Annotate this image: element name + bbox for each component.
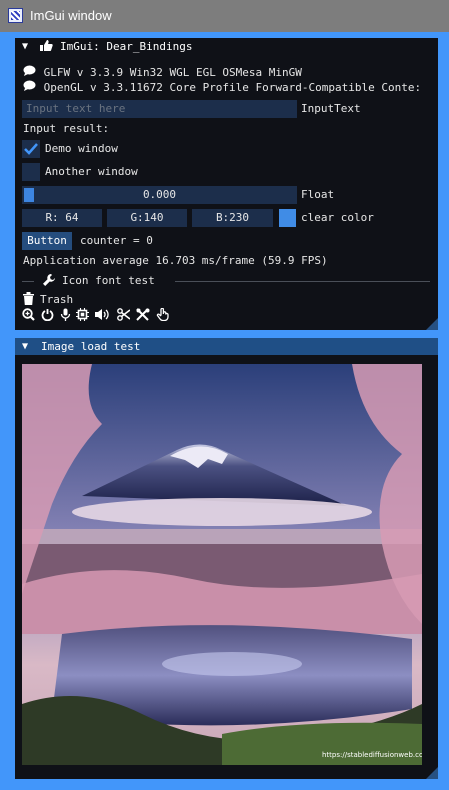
glfw-version-text: GLFW v 3.3.9 Win32 WGL EGL OSMesa MinGW <box>43 66 302 79</box>
collapse-arrow-icon[interactable]: ▼ <box>22 41 28 52</box>
panel-title: ImGui: Dear_Bindings <box>60 40 193 53</box>
search-plus-icon <box>22 308 35 321</box>
opengl-info-row: OpenGL v 3.3.11672 Core Profile Forward-… <box>23 79 421 97</box>
color-r-field[interactable]: R: 64 <box>22 209 102 227</box>
clear-color-label: clear color <box>301 211 374 224</box>
color-b-text: B:230 <box>215 211 250 224</box>
tools-icon <box>136 308 150 321</box>
text-input[interactable]: Input text here <box>22 100 297 118</box>
separator-right <box>175 281 430 282</box>
resize-grip[interactable] <box>426 318 438 330</box>
counter-text: counter = 0 <box>80 234 153 247</box>
panel-header[interactable]: ▼ Image load test <box>15 338 438 355</box>
color-b-field[interactable]: B:230 <box>192 209 273 227</box>
color-g-field[interactable]: G:140 <box>107 209 187 227</box>
demo-window-checkbox[interactable] <box>22 140 40 158</box>
window-titlebar[interactable]: ImGui window <box>0 0 449 32</box>
power-icon <box>41 308 54 321</box>
panel-image-load-test: ▼ Image load test https://stablediffusio… <box>15 338 438 779</box>
collapse-arrow-icon[interactable]: ▼ <box>22 341 28 352</box>
separator-left <box>22 281 34 282</box>
microchip-icon <box>76 308 89 321</box>
resize-grip[interactable] <box>426 767 438 779</box>
input-result-label: Input result: <box>23 122 110 135</box>
comment-icon <box>23 79 37 97</box>
app-icon <box>8 8 23 23</box>
float-slider[interactable]: 0.000 <box>22 186 297 204</box>
demo-window-label: Demo window <box>45 142 118 155</box>
fps-text: Application average 16.703 ms/frame (59.… <box>23 254 328 267</box>
counter-button[interactable]: Button <box>22 232 72 250</box>
landscape-image: https://stablediffusionweb.com <box>22 364 422 765</box>
trash-label: Trash <box>40 293 74 306</box>
checkmark-icon <box>24 143 38 155</box>
microphone-icon <box>60 308 71 321</box>
trash-icon <box>23 292 34 308</box>
thumbs-up-icon <box>39 39 53 55</box>
slider-value: 0.000 <box>142 188 177 201</box>
panel-title: Image load test <box>41 340 141 353</box>
window-title: ImGui window <box>30 8 112 23</box>
panel-dear-bindings: ▼ ImGui: Dear_Bindings GLFW v 3.3.9 Win3… <box>15 38 438 330</box>
another-window-checkbox[interactable] <box>22 163 40 181</box>
scissors-icon <box>117 308 130 321</box>
float-label: Float <box>301 188 335 201</box>
text-input-label: InputText <box>301 102 361 115</box>
volume-icon <box>95 308 110 321</box>
hand-pointer-icon <box>156 308 169 321</box>
text-input-placeholder: Input text here <box>26 102 126 115</box>
color-swatch[interactable] <box>279 209 296 227</box>
icon-font-test-label: Icon font test <box>62 274 155 287</box>
opengl-version-text: OpenGL v 3.3.11672 Core Profile Forward-… <box>43 81 422 94</box>
color-g-text: G:140 <box>130 211 164 224</box>
panel-header[interactable]: ▼ ImGui: Dear_Bindings <box>15 38 438 55</box>
wrench-icon <box>42 273 56 290</box>
color-r-text: R: 64 <box>45 211 79 224</box>
another-window-label: Another window <box>45 165 138 178</box>
watermark-text: https://stablediffusionweb.com <box>322 751 422 759</box>
counter-button-label: Button <box>27 234 67 247</box>
